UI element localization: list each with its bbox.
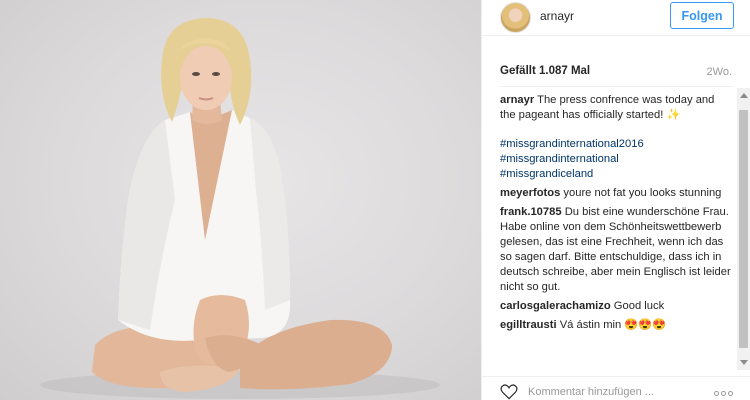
comment-item: frank.10785 Du bist eine wunderschöne Fr… [500, 205, 732, 295]
comment-username[interactable]: carlosgalerachamizo [500, 300, 611, 312]
caption: arnayr The press confrence was today and… [500, 93, 732, 182]
post-header: arnayr Folgen [482, 0, 750, 36]
post-time[interactable]: 2Wo. [707, 66, 732, 78]
comment-input[interactable] [528, 384, 698, 400]
post-photo[interactable] [0, 0, 481, 400]
scroll-down-arrow-icon[interactable] [740, 360, 748, 365]
comment-footer [482, 376, 750, 400]
heart-icon[interactable] [500, 383, 518, 400]
more-options-icon[interactable] [714, 383, 736, 397]
likes-count[interactable]: Gefällt 1.087 Mal [500, 65, 590, 77]
comment-username[interactable]: frank.10785 [500, 206, 562, 218]
comment-item: egilltrausti Vá ástin min 😍😍😍 [500, 318, 732, 333]
hashtag-list: #missgrandinternational2016 #missgrandin… [500, 137, 732, 182]
comment-item: meyerfotos youre not fat you looks stunn… [500, 186, 732, 201]
caption-username[interactable]: arnayr [500, 94, 534, 106]
comment-text: Vá ástin min 😍😍😍 [559, 319, 667, 331]
divider [500, 86, 733, 87]
comment-text: Good luck [613, 300, 665, 312]
comment-text: Du bist eine wunderschöne Frau. Habe onl… [500, 206, 731, 293]
hashtag-link[interactable]: #missgrandinternational2016 [500, 137, 732, 152]
scroll-up-arrow-icon[interactable] [740, 93, 748, 98]
comment-text: youre not fat you looks stunning [563, 187, 722, 199]
scrollbar-thumb[interactable] [739, 110, 748, 348]
comments-scrollbar[interactable] [737, 88, 750, 370]
comment-username[interactable]: egilltrausti [500, 319, 557, 331]
comments-list: arnayr The press confrence was today and… [500, 93, 732, 367]
woman-sitting-illustration [40, 18, 440, 399]
post-username[interactable]: arnayr [540, 9, 574, 23]
hashtag-link[interactable]: #missgrandiceland [500, 167, 732, 182]
hashtag-link[interactable]: #missgrandinternational [500, 152, 732, 167]
avatar[interactable] [500, 2, 531, 33]
post-side-panel: arnayr Folgen Gefällt 1.087 Mal 2Wo. arn… [481, 0, 750, 400]
comment-item: carlosgalerachamizo Good luck [500, 299, 732, 314]
comment-username[interactable]: meyerfotos [500, 187, 560, 199]
follow-button[interactable]: Folgen [670, 2, 734, 29]
